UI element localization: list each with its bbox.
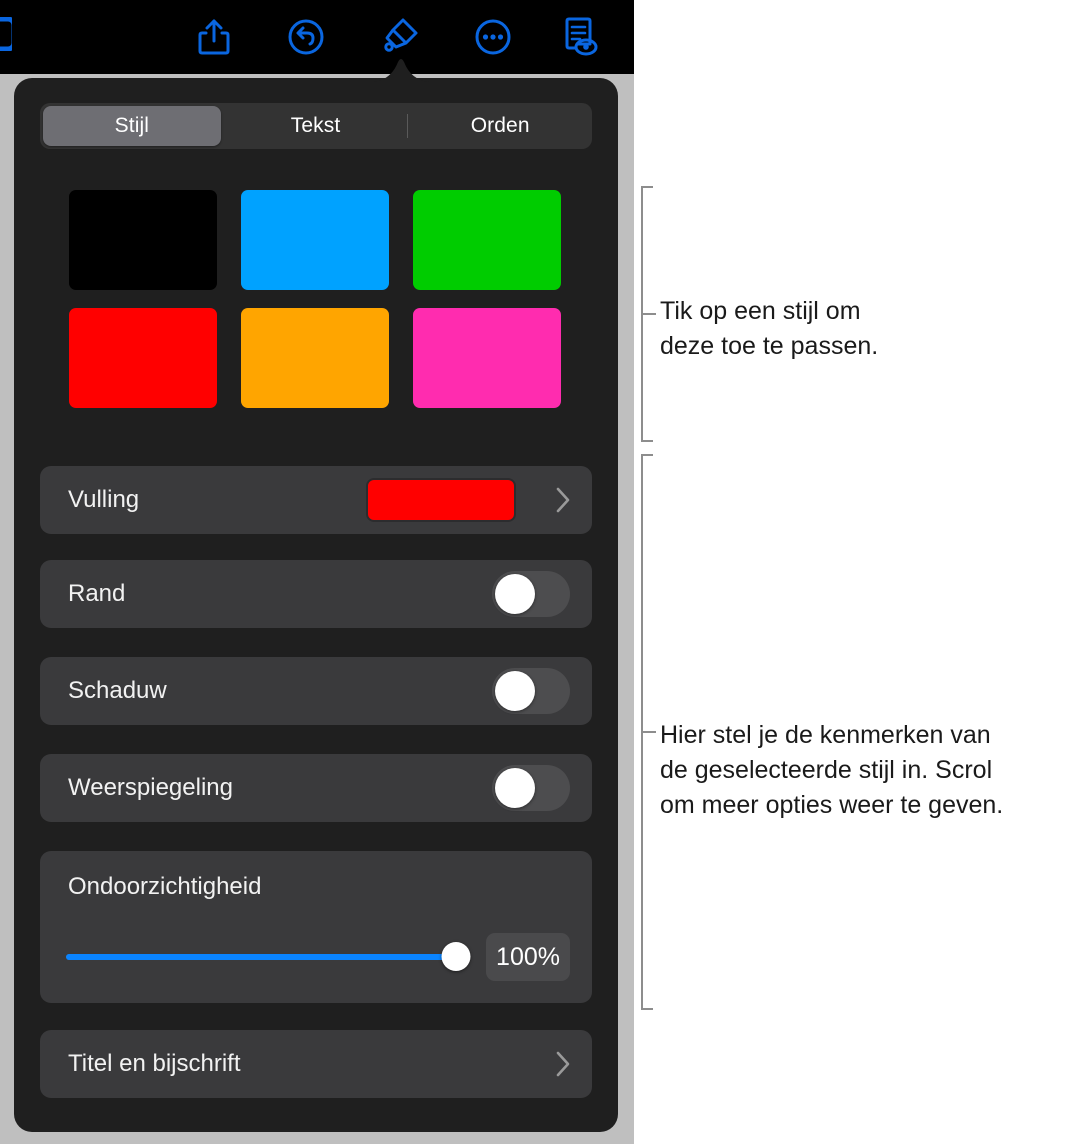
- callout-bracket-properties: [641, 454, 656, 1010]
- row-fill-label: Vulling: [68, 486, 140, 513]
- callout-properties: Hier stel je de kenmerken van de geselec…: [660, 721, 1004, 819]
- row-opacity: Ondoorzichtigheid 100%: [40, 851, 592, 1003]
- document-partial-icon[interactable]: [0, 17, 12, 51]
- row-border-label: Rand: [68, 580, 126, 607]
- share-icon[interactable]: [190, 13, 238, 61]
- fill-color-swatch[interactable]: [366, 478, 516, 522]
- tab-orden[interactable]: Orden: [411, 106, 589, 146]
- style-swatch-green[interactable]: [413, 190, 561, 290]
- segment-divider: [407, 114, 409, 138]
- style-swatch-grid: [69, 190, 579, 408]
- style-swatch-magenta[interactable]: [413, 308, 561, 408]
- row-shadow-label: Schaduw: [68, 677, 167, 704]
- row-title-caption-label: Titel en bijschrift: [68, 1050, 241, 1077]
- row-title-caption[interactable]: Titel en bijschrift: [40, 1030, 592, 1098]
- row-shadow[interactable]: Schaduw: [40, 657, 592, 725]
- row-reflection[interactable]: Weerspiegeling: [40, 754, 592, 822]
- paintbrush-icon[interactable]: [375, 13, 423, 61]
- toggle-knob: [495, 671, 535, 711]
- segmented-control[interactable]: Stijl Tekst Orden: [40, 103, 592, 149]
- document-view-icon[interactable]: [557, 13, 605, 61]
- shadow-toggle[interactable]: [492, 668, 570, 714]
- opacity-slider[interactable]: [66, 942, 471, 971]
- tab-tekst[interactable]: Tekst: [227, 106, 405, 146]
- chevron-right-icon[interactable]: [556, 1051, 570, 1077]
- style-swatch-orange[interactable]: [241, 308, 389, 408]
- chevron-right-icon[interactable]: [556, 487, 570, 513]
- undo-icon[interactable]: [282, 13, 330, 61]
- callout-styles: Tik op een stijl om deze toe te passen.: [660, 297, 879, 360]
- style-swatch-red[interactable]: [69, 308, 217, 408]
- opacity-value[interactable]: 100%: [486, 933, 570, 981]
- style-swatch-blue[interactable]: [241, 190, 389, 290]
- ellipsis-icon[interactable]: [469, 13, 517, 61]
- toggle-knob: [495, 768, 535, 808]
- popover-arrow: [373, 56, 429, 82]
- row-fill[interactable]: Vulling: [40, 466, 592, 534]
- format-popover: Stijl Tekst Orden Vulling Rand Schaduw W…: [14, 78, 618, 1132]
- callout-bracket-styles: [641, 186, 656, 442]
- border-toggle[interactable]: [492, 571, 570, 617]
- reflection-toggle[interactable]: [492, 765, 570, 811]
- app-toolbar: [0, 0, 634, 74]
- slider-fill: [66, 954, 456, 960]
- row-reflection-label: Weerspiegeling: [68, 774, 233, 801]
- style-swatch-black[interactable]: [69, 190, 217, 290]
- opacity-label: Ondoorzichtigheid: [68, 873, 262, 900]
- row-border[interactable]: Rand: [40, 560, 592, 628]
- tab-stijl[interactable]: Stijl: [43, 106, 221, 146]
- toggle-knob: [495, 574, 535, 614]
- slider-knob[interactable]: [441, 942, 471, 971]
